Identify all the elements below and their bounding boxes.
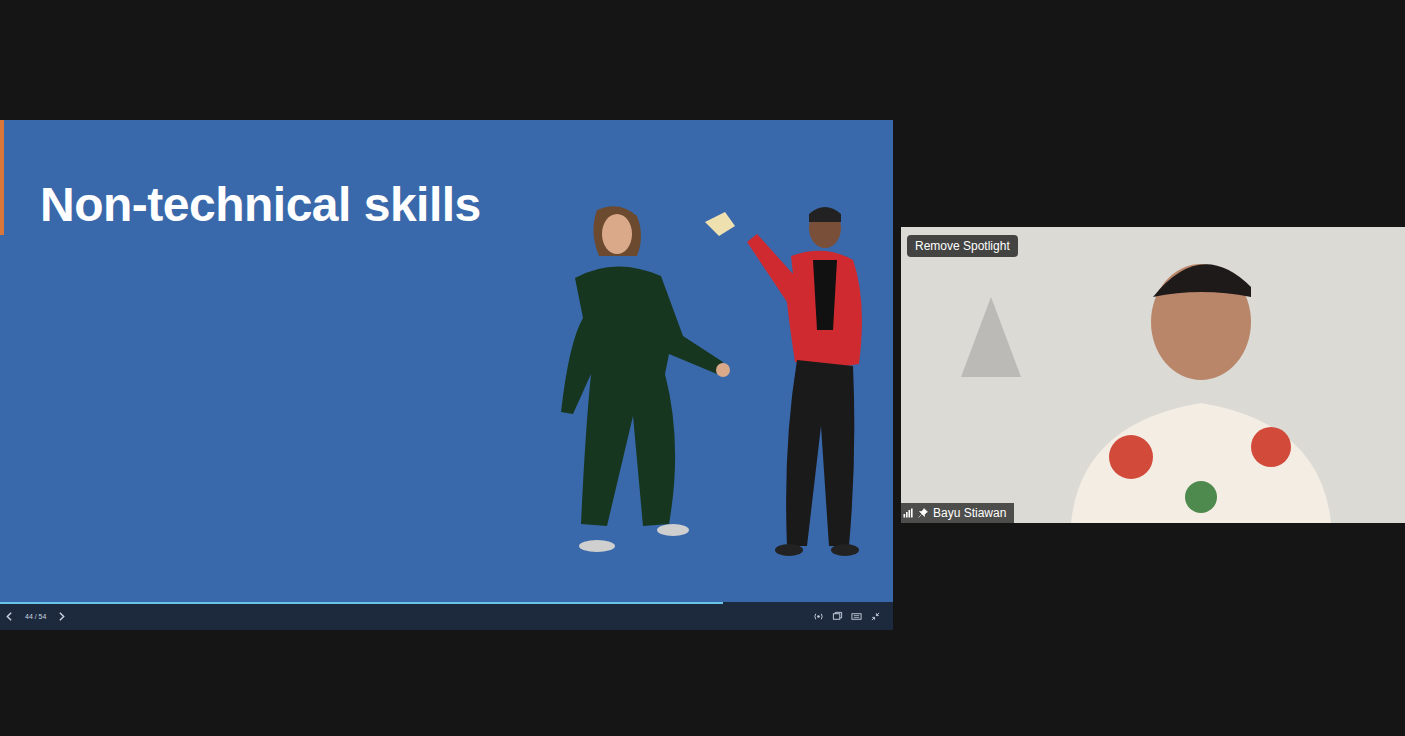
slide-canvas: Non-technical skills — [0, 120, 893, 602]
slide-progress-fill — [0, 602, 723, 604]
dancers-picture — [555, 200, 875, 565]
slides-icon[interactable] — [832, 611, 843, 622]
signal-strength-icon — [903, 508, 913, 518]
shared-slide: Non-technical skills 44 / 54 — [0, 120, 893, 630]
participant-name-label: Bayu Stiawan — [901, 503, 1014, 523]
broadcast-icon[interactable] — [813, 611, 824, 622]
meeting-screen: Non-technical skills 44 / 54 Remove Spotli… — [0, 0, 1405, 736]
participant-video-tile: Remove Spotlight Bayu Stiawan — [901, 227, 1405, 523]
keyboard-icon[interactable] — [851, 611, 862, 622]
previous-chevron-icon[interactable] — [4, 611, 15, 622]
participant-video-frame: Remove Spotlight Bayu Stiawan — [901, 227, 1405, 523]
pin-icon — [918, 508, 928, 518]
slide-navigation: 44 / 54 — [4, 611, 67, 622]
slide-page-counter: 44 / 54 — [25, 613, 46, 620]
video-picture — [901, 227, 1405, 523]
slide-title: Non-technical skills — [0, 120, 893, 232]
slide-control-bar: 44 / 54 — [0, 602, 893, 630]
slide-accent-stripe — [0, 120, 4, 235]
participant-name: Bayu Stiawan — [933, 506, 1006, 520]
next-chevron-icon[interactable] — [56, 611, 67, 622]
meeting-stage: Non-technical skills 44 / 54 Remove Spotli… — [0, 120, 1405, 630]
exit-fullscreen-icon[interactable] — [870, 611, 881, 622]
slide-tools — [813, 611, 881, 622]
remove-spotlight-button[interactable]: Remove Spotlight — [907, 235, 1018, 257]
